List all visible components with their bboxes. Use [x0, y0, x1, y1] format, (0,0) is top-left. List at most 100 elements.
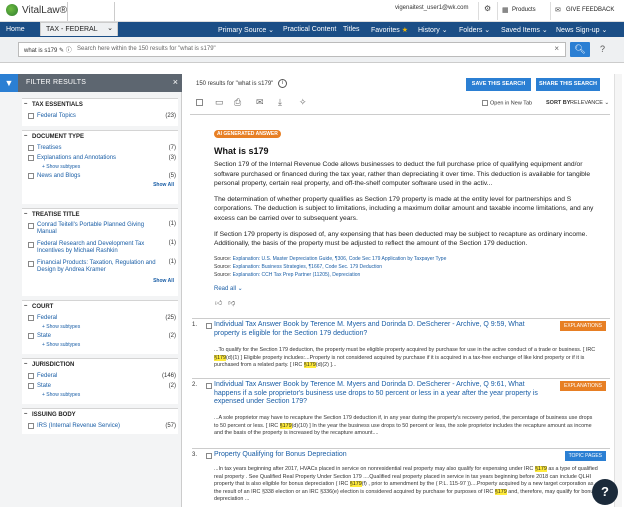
download-icon[interactable]: ⤓ — [278, 97, 282, 108]
result-checkbox[interactable] — [206, 383, 212, 389]
nav-home[interactable]: Home — [6, 26, 25, 33]
thumbs-up-icon[interactable]: 👍︎ — [215, 300, 222, 307]
checkbox[interactable] — [28, 242, 34, 248]
checkbox[interactable] — [28, 155, 34, 161]
show-subtypes-link[interactable]: + Show subtypes — [22, 391, 178, 399]
library-selector[interactable] — [67, 2, 115, 21]
products-link[interactable]: Products — [512, 7, 536, 13]
folder-icon[interactable]: ▭ — [215, 97, 224, 108]
checkbox[interactable] — [28, 145, 34, 151]
search-input[interactable]: what is s179 ✎ ⓘ Search here within the … — [18, 42, 566, 57]
info-icon[interactable]: ⓘ — [66, 48, 72, 54]
ai-answer-paragraph: If Section 179 property is disposed of, … — [214, 230, 588, 248]
result-title[interactable]: Individual Tax Answer Book by Terence M.… — [214, 321, 544, 338]
give-feedback-link[interactable]: GIVE FEEDBACK — [566, 7, 614, 13]
help-chat-button[interactable]: ? — [592, 479, 618, 505]
top-bar: VitalLaw® vigenaitest_user1@wk.com ⚙ ▦ P… — [0, 0, 624, 22]
search-button[interactable]: 🔍︎ — [570, 42, 590, 57]
thumbs-down-icon[interactable]: 👎︎ — [228, 300, 235, 307]
checkbox[interactable] — [28, 383, 34, 389]
feedback-icon[interactable]: ✉ — [555, 6, 561, 14]
result-title[interactable]: Property Qualifying for Bonus Depreciati… — [214, 451, 544, 460]
info-icon[interactable]: i — [278, 79, 287, 88]
section-header[interactable]: – TAX ESSENTIALS — [22, 99, 178, 111]
result-number: 2. — [192, 382, 198, 388]
read-all-link[interactable]: Read all ⌄ — [214, 285, 610, 292]
nav-folders[interactable]: Folders ⌄ — [459, 26, 490, 34]
checkbox[interactable] — [28, 113, 34, 119]
checkbox[interactable] — [28, 423, 34, 429]
nav-primary-source[interactable]: Primary Source ⌄ — [218, 26, 274, 34]
nav-saved-items[interactable]: Saved Items ⌄ — [501, 26, 548, 34]
select-all-checkbox[interactable] — [196, 99, 203, 106]
section-header[interactable]: – COURT — [22, 301, 178, 313]
close-icon[interactable]: × — [173, 77, 178, 87]
filter-item[interactable]: Federal Research and Development Tax Inc… — [22, 240, 178, 256]
nav-history[interactable]: History ⌄ — [418, 26, 448, 34]
result-checkbox[interactable] — [206, 453, 212, 459]
checkbox[interactable] — [28, 333, 34, 339]
vitallaw-logo[interactable]: VitalLaw® — [6, 4, 67, 16]
section-header[interactable]: – JURISDICTION — [22, 359, 178, 371]
grid-icon[interactable]: ▦ — [502, 6, 509, 14]
chevron-down-icon: ⌄ — [107, 25, 113, 32]
save-search-button[interactable]: SAVE THIS SEARCH — [466, 78, 531, 91]
globe-logo-icon — [6, 4, 18, 16]
checkbox[interactable] — [28, 261, 34, 267]
scrollbar[interactable] — [614, 74, 622, 507]
checkbox[interactable] — [28, 223, 34, 229]
share-search-button[interactable]: SHARE THIS SEARCH — [536, 78, 600, 91]
content-tab-selector[interactable]: TAX - FEDERAL ⌄ — [40, 22, 118, 36]
filter-item[interactable]: News and Blogs (5) — [22, 171, 178, 181]
filter-item[interactable]: Financial Products: Taxation, Regulation… — [22, 259, 178, 275]
user-email[interactable]: vigenaitest_user1@wk.com — [395, 5, 468, 11]
search-chip[interactable]: what is s179 ✎ ⓘ — [21, 45, 75, 54]
show-subtypes-link[interactable]: + Show subtypes — [22, 323, 178, 331]
nav-news-signup[interactable]: News Sign-up ⌄ — [556, 26, 607, 34]
sparkle-icon[interactable]: ✧ — [299, 97, 307, 108]
show-subtypes-link[interactable]: + Show subtypes — [22, 163, 178, 171]
result-title[interactable]: Individual Tax Answer Book by Terence M.… — [214, 381, 544, 407]
close-icon[interactable]: × — [554, 44, 559, 53]
show-all-link[interactable]: Show All — [22, 181, 178, 190]
source-link[interactable]: Explanation: CCH Tax Prep Partner (11205… — [233, 272, 361, 278]
nav-favorites[interactable]: Favorites ★ — [371, 26, 408, 34]
star-icon: ★ — [401, 27, 409, 34]
section-header[interactable]: – DOCUMENT TYPE — [22, 131, 178, 143]
divider — [478, 2, 479, 20]
pencil-icon[interactable]: ✎ — [59, 48, 64, 54]
nav-titles[interactable]: Titles — [343, 26, 359, 33]
show-all-link[interactable]: Show All — [22, 277, 178, 286]
print-icon[interactable]: ⎙ — [234, 97, 241, 108]
source-line: Source: Explanation: CCH Tax Prep Partne… — [214, 271, 361, 278]
filter-item[interactable]: Federal Topics (23) — [22, 111, 178, 121]
source-link[interactable]: Explanation: Business Strategies, ¶1667,… — [233, 264, 382, 270]
filter-item[interactable]: State (2) — [22, 381, 178, 391]
filter-item[interactable]: IRS (Internal Revenue Service) (57) — [22, 421, 178, 431]
result-checkbox[interactable] — [206, 323, 212, 329]
filter-item[interactable]: Conrad Teitell's Portable Planned Giving… — [22, 221, 178, 237]
filter-item[interactable]: Treatises (7) — [22, 143, 178, 153]
filter-icon[interactable]: ▼ — [0, 74, 18, 92]
checkbox[interactable] — [28, 173, 34, 179]
result-item: 1. Individual Tax Answer Book by Terence… — [192, 318, 610, 378]
filter-item[interactable]: Federal (25) — [22, 313, 178, 323]
gear-icon[interactable]: ⚙ — [484, 4, 491, 13]
nav-practical-content[interactable]: Practical Content — [283, 26, 336, 33]
filter-item[interactable]: State (2) — [22, 331, 178, 341]
filter-item[interactable]: Federal (146) — [22, 371, 178, 381]
help-icon[interactable]: ? — [600, 44, 605, 54]
checkbox[interactable] — [28, 373, 34, 379]
source-link[interactable]: Explanation: U.S. Master Depreciation Gu… — [233, 256, 447, 262]
show-subtypes-link[interactable]: + Show subtypes — [22, 341, 178, 349]
section-header[interactable]: – TREATISE TITLE — [22, 209, 178, 221]
checkbox[interactable] — [482, 100, 488, 106]
filter-item[interactable]: Explanations and Annotations (3) — [22, 153, 178, 163]
checkbox[interactable] — [28, 315, 34, 321]
sort-select[interactable]: RELEVANCE ⌄ — [570, 100, 609, 106]
email-icon[interactable]: ✉ — [256, 97, 264, 108]
open-new-tab-toggle[interactable]: Open in New Tab — [482, 100, 532, 106]
results-bar: 150 results for "what is s179" i SAVE TH… — [190, 76, 610, 94]
section-header[interactable]: – ISSUING BODY — [22, 409, 178, 421]
collapse-icon: – — [24, 411, 28, 417]
